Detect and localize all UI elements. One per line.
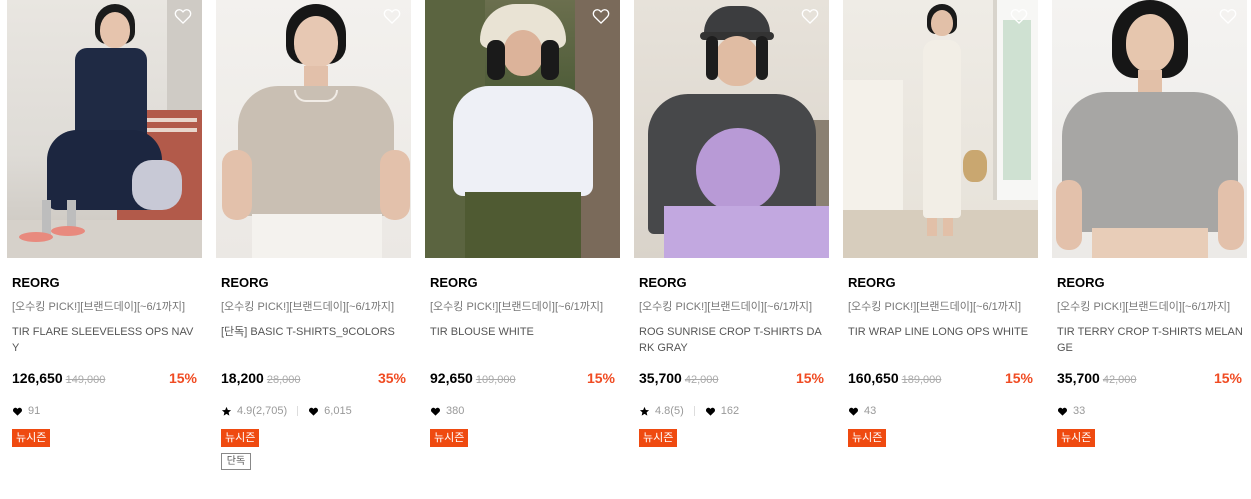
product-card[interactable]: REORG [오수킹 PICK!][브랜드데이][~6/1까지] [단독] BA… [216,0,411,470]
product-image[interactable] [634,0,829,258]
meta-row: 43 [848,404,1038,418]
new-season-badge: 뉴시즌 [848,429,887,447]
sale-price: 126,650 [12,370,63,386]
heart-outline-icon[interactable] [1218,6,1238,26]
like-count: 6,015 [324,405,352,417]
price-row: 18,200 28,000 35% [221,370,406,388]
new-season-badge: 뉴시즌 [12,429,51,447]
promo-text[interactable]: [오수킹 PICK!][브랜드데이][~6/1까지] [1057,300,1242,314]
discount-rate: 35% [377,370,406,386]
price-row: 126,650 149,000 15% [12,370,197,388]
heart-outline-icon[interactable] [1009,6,1029,26]
discount-rate: 15% [1004,370,1033,386]
meta-row: 91 [12,404,202,418]
product-name[interactable]: TIR TERRY CROP T-SHIRTS MELANGE [1057,324,1243,356]
product-name[interactable]: TIR WRAP LINE LONG OPS WHITE [848,324,1034,356]
heart-outline-icon[interactable] [591,6,611,26]
sale-price: 18,200 [221,370,264,386]
heart-filled-icon [430,406,441,417]
product-image[interactable] [843,0,1038,258]
sale-price: 35,700 [639,370,682,386]
discount-rate: 15% [168,370,197,386]
original-price: 42,000 [684,374,719,386]
heart-outline-icon[interactable] [173,6,193,26]
heart-filled-icon [12,406,23,417]
meta-row: 4.8(5) 162 [639,404,829,418]
star-icon [221,406,232,417]
product-image[interactable] [425,0,620,258]
exclusive-badge: 단독 [221,453,251,470]
product-image[interactable] [7,0,202,258]
original-price: 189,000 [901,374,942,386]
new-season-badge: 뉴시즌 [221,429,260,447]
sale-price: 92,650 [430,370,473,386]
meta-row: 33 [1057,404,1247,418]
product-card[interactable]: REORG [오수킹 PICK!][브랜드데이][~6/1까지] TIR WRA… [843,0,1038,470]
promo-text[interactable]: [오수킹 PICK!][브랜드데이][~6/1까지] [221,300,406,314]
product-name[interactable]: [단독] BASIC T-SHIRTS_9COLORS [221,324,407,356]
brand-name[interactable]: REORG [848,275,1038,291]
star-icon [639,406,650,417]
product-image[interactable] [216,0,411,258]
product-card[interactable]: REORG [오수킹 PICK!][브랜드데이][~6/1까지] TIR TER… [1052,0,1247,470]
brand-name[interactable]: REORG [1057,275,1247,291]
product-card[interactable]: REORG [오수킹 PICK!][브랜드데이][~6/1까지] TIR BLO… [425,0,620,470]
heart-filled-icon [848,406,859,417]
heart-filled-icon [705,406,716,417]
product-name[interactable]: TIR BLOUSE WHITE [430,324,616,356]
new-season-badge: 뉴시즌 [430,429,469,447]
product-card[interactable]: REORG [오수킹 PICK!][브랜드데이][~6/1까지] ROG SUN… [634,0,829,470]
promo-text[interactable]: [오수킹 PICK!][브랜드데이][~6/1까지] [430,300,615,314]
promo-text[interactable]: [오수킹 PICK!][브랜드데이][~6/1까지] [639,300,824,314]
meta-row: 380 [430,404,620,418]
product-image[interactable] [1052,0,1247,258]
like-count: 380 [446,405,465,417]
heart-outline-icon[interactable] [800,6,820,26]
discount-rate: 15% [1213,370,1242,386]
divider [297,406,299,416]
divider [693,406,695,416]
product-card[interactable]: REORG [오수킹 PICK!][브랜드데이][~6/1까지] TIR FLA… [7,0,202,470]
product-name[interactable]: TIR FLARE SLEEVELESS OPS NAVY [12,324,198,356]
discount-rate: 15% [795,370,824,386]
rating-text: 4.9(2,705) [237,405,288,417]
brand-name[interactable]: REORG [221,275,411,291]
heart-filled-icon [308,406,319,417]
original-price: 42,000 [1102,374,1137,386]
brand-name[interactable]: REORG [430,275,620,291]
heart-outline-icon[interactable] [382,6,402,26]
sale-price: 35,700 [1057,370,1100,386]
discount-rate: 15% [586,370,615,386]
rating-text: 4.8(5) [655,405,684,417]
new-season-badge: 뉴시즌 [1057,429,1096,447]
price-row: 160,650 189,000 15% [848,370,1033,388]
like-count: 162 [720,405,740,417]
meta-row: 4.9(2,705) 6,015 [221,404,411,418]
original-price: 28,000 [266,374,301,386]
promo-text[interactable]: [오수킹 PICK!][브랜드데이][~6/1까지] [12,300,197,314]
like-count: 33 [1073,405,1086,417]
price-row: 35,700 42,000 15% [639,370,824,388]
original-price: 149,000 [65,374,106,386]
like-count: 43 [864,405,877,417]
brand-name[interactable]: REORG [12,275,202,291]
product-grid: REORG [오수킹 PICK!][브랜드데이][~6/1까지] TIR FLA… [7,0,1247,470]
product-name[interactable]: ROG SUNRISE CROP T-SHIRTS DARK GRAY [639,324,825,356]
price-row: 92,650 109,000 15% [430,370,615,388]
like-count: 91 [28,405,41,417]
promo-text[interactable]: [오수킹 PICK!][브랜드데이][~6/1까지] [848,300,1033,314]
sale-price: 160,650 [848,370,899,386]
original-price: 109,000 [475,374,516,386]
price-row: 35,700 42,000 15% [1057,370,1242,388]
brand-name[interactable]: REORG [639,275,829,291]
new-season-badge: 뉴시즌 [639,429,678,447]
heart-filled-icon [1057,406,1068,417]
